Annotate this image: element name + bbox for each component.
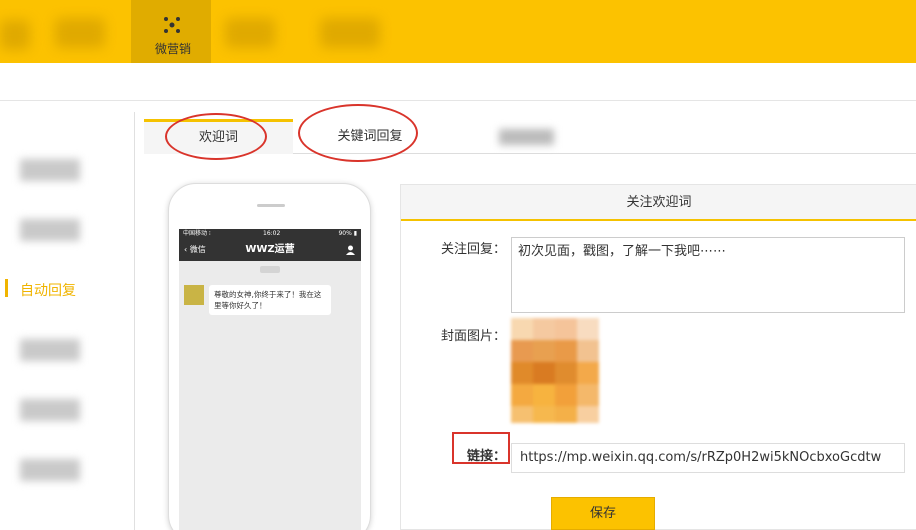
status-carrier: 中国移动 ⁝ (183, 230, 211, 237)
topnav-item-label: 微营销 (154, 42, 191, 56)
sidebar-active-indicator (5, 279, 8, 297)
cover-image-label: 封面图片： (441, 329, 507, 344)
follow-reply-label: 关注回复： (441, 242, 507, 257)
back-button[interactable]: ‹ 微信 (184, 239, 206, 261)
tab-keyword-reply[interactable]: 关键词回复 (300, 119, 440, 154)
dots-cluster-icon (164, 17, 180, 33)
cover-image-pixelated[interactable] (511, 318, 616, 423)
sub-header-bar (0, 63, 916, 101)
welcome-message-panel: 关注欢迎词 关注回复： 初次见面，戳图，了解一下我吧⋯⋯ 封面图片： 链接： h… (400, 184, 916, 530)
sidebar: 自动回复 (0, 112, 135, 530)
phone-status-bar: 中国移动 ⁝ 16:02 90% ▮ (179, 229, 361, 239)
top-navigation-bar: 微营销 (0, 0, 916, 63)
blurred-nav-item[interactable] (55, 18, 105, 48)
chat-avatar (184, 285, 204, 305)
phone-speaker (257, 204, 285, 207)
sidebar-item-blurred[interactable] (20, 459, 80, 481)
link-input[interactable]: https://mp.weixin.qq.com/s/rRZp0H2wi5kNO… (511, 443, 905, 473)
chat-nav-bar: WWZ运营 ‹ 微信 (179, 239, 361, 261)
chat-message-bubble: 尊敬的女神,你终于来了！我在这里等你好久了！ (209, 285, 331, 315)
panel-title: 关注欢迎词 (401, 185, 916, 221)
sidebar-item-blurred[interactable] (20, 159, 80, 181)
annotation-box-link (452, 432, 510, 464)
save-button[interactable]: 保存 (551, 497, 655, 530)
sidebar-item-auto-reply[interactable]: 自动回复 (20, 280, 76, 300)
blurred-nav-item[interactable] (225, 18, 275, 48)
blurred-nav-item[interactable] (320, 18, 380, 48)
blurred-nav-item[interactable] (0, 20, 30, 50)
tab-blurred[interactable] (499, 129, 554, 145)
phone-preview: 中国移动 ⁝ 16:02 90% ▮ WWZ运营 ‹ 微信 尊敬的女神,你终于来… (168, 183, 371, 530)
chat-title: WWZ运营 (245, 244, 295, 255)
sidebar-item-blurred[interactable] (20, 339, 80, 361)
back-label: 微信 (189, 245, 206, 254)
tab-welcome[interactable]: 欢迎词 (144, 119, 293, 154)
tab-bar: 欢迎词 关键词回复 (144, 119, 916, 154)
wechat-admin-page: 微营销 自动回复 .sidebar .side-active-bar { top… (0, 0, 916, 530)
sidebar-item-blurred[interactable] (20, 219, 80, 241)
status-time: 16:02 (263, 230, 281, 237)
sidebar-item-blurred[interactable] (20, 399, 80, 421)
user-profile-icon[interactable] (346, 245, 355, 255)
follow-reply-textarea[interactable]: 初次见面，戳图，了解一下我吧⋯⋯ (511, 237, 905, 313)
phone-screen: 中国移动 ⁝ 16:02 90% ▮ WWZ运营 ‹ 微信 尊敬的女神,你终于来… (179, 229, 361, 530)
message-time-chip (260, 266, 280, 273)
status-battery: 90% ▮ (338, 230, 357, 237)
